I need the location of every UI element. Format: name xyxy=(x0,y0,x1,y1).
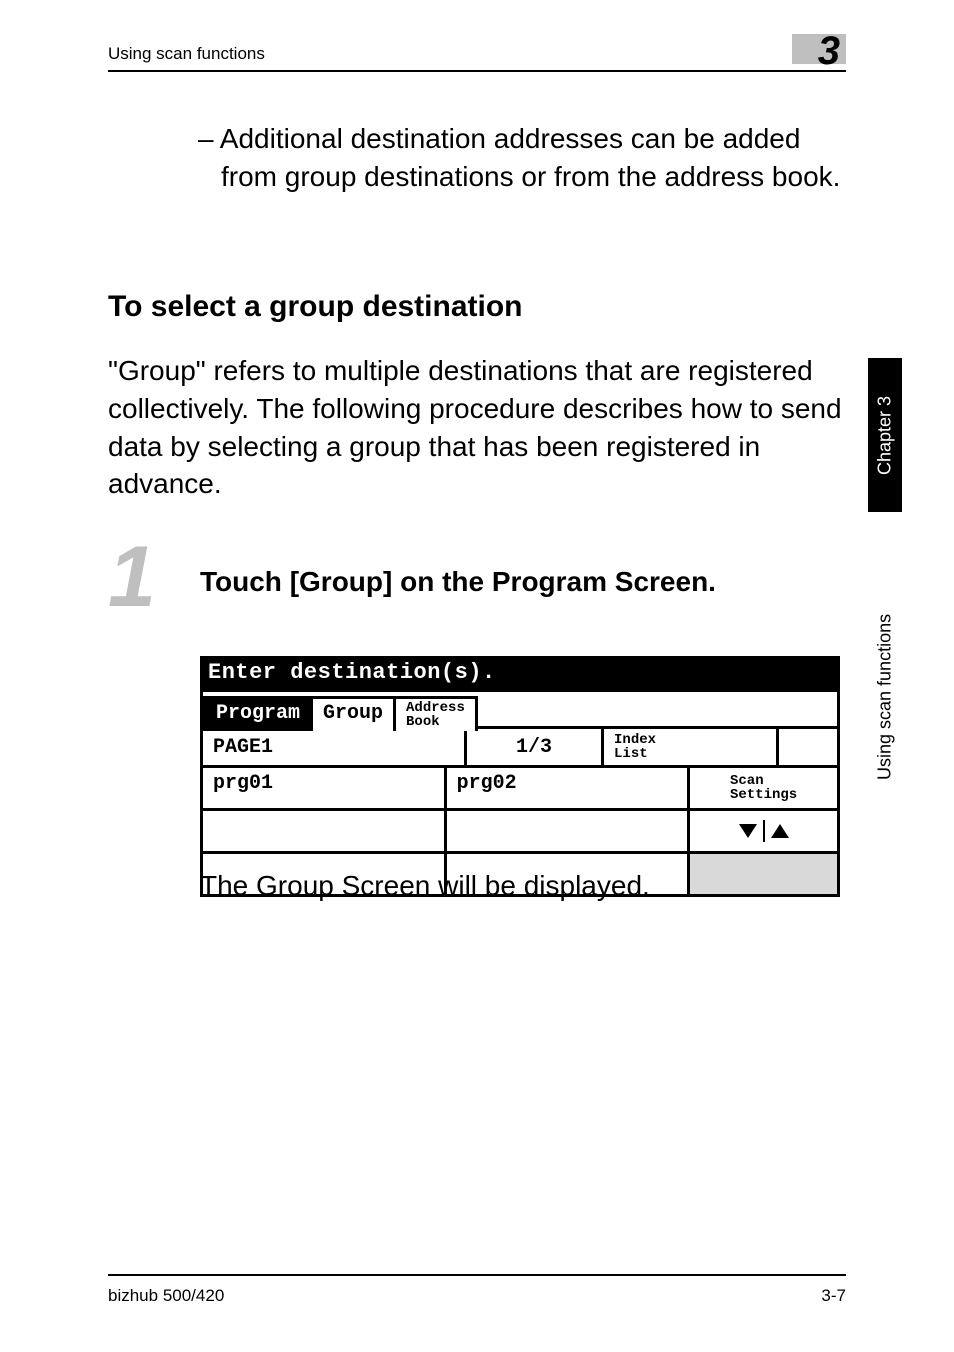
scan-settings-line2: Settings xyxy=(730,787,797,803)
step-title: Touch [Group] on the Program Screen. xyxy=(200,560,846,600)
section-heading: To select a group destination xyxy=(108,290,846,324)
device-panel-screenshot: Enter destination(s). Program Group Addr… xyxy=(200,656,840,897)
page-nav-buttons[interactable] xyxy=(690,811,837,851)
side-section-label: Using scan functions xyxy=(868,530,902,780)
arrow-down-icon xyxy=(739,824,757,838)
header-chapter-number: 3 xyxy=(818,29,840,74)
panel-page-label: PAGE1 xyxy=(203,729,467,765)
header-chapter-badge: 3 xyxy=(792,34,846,64)
bullet-continuation: – Additional destination addresses can b… xyxy=(198,120,846,196)
tab-program[interactable]: Program xyxy=(203,696,313,731)
arrow-up-icon xyxy=(771,824,789,838)
program-entry-4[interactable] xyxy=(447,811,691,851)
tab-address-book[interactable]: Address Book xyxy=(393,696,478,731)
panel-entry-row-1: prg01 prg02 Scan Settings xyxy=(200,768,840,811)
tab-address-book-line2: Book xyxy=(406,714,440,730)
footer-page-number: 3-7 xyxy=(821,1286,846,1306)
nav-separator xyxy=(763,820,765,842)
program-entry-3[interactable] xyxy=(203,811,447,851)
side-chapter-tab: Chapter 3 xyxy=(868,358,902,512)
section-paragraph: "Group" refers to multiple destinations … xyxy=(108,352,846,503)
footer-rule xyxy=(108,1274,846,1276)
header-rule xyxy=(108,70,846,72)
program-entry-1[interactable]: prg01 xyxy=(203,768,447,808)
panel-entry-row-2 xyxy=(200,811,840,854)
tab-group[interactable]: Group xyxy=(310,696,396,731)
step-result-caption: The Group Screen will be displayed. xyxy=(200,870,846,902)
program-entry-2[interactable]: prg02 xyxy=(447,768,691,808)
panel-page-row: PAGE1 1/3 Index List xyxy=(200,729,840,768)
index-list-line2: List xyxy=(614,746,648,762)
panel-tabs: Program Group Address Book xyxy=(200,689,840,729)
scan-settings-button[interactable]: Scan Settings xyxy=(690,768,837,808)
footer-model: bizhub 500/420 xyxy=(108,1286,224,1306)
panel-page-count: 1/3 xyxy=(467,729,604,765)
step-number: 1 xyxy=(108,534,156,620)
header-section-title: Using scan functions xyxy=(108,44,265,64)
panel-title: Enter destination(s). xyxy=(200,656,840,689)
index-list-button[interactable]: Index List xyxy=(604,729,779,765)
